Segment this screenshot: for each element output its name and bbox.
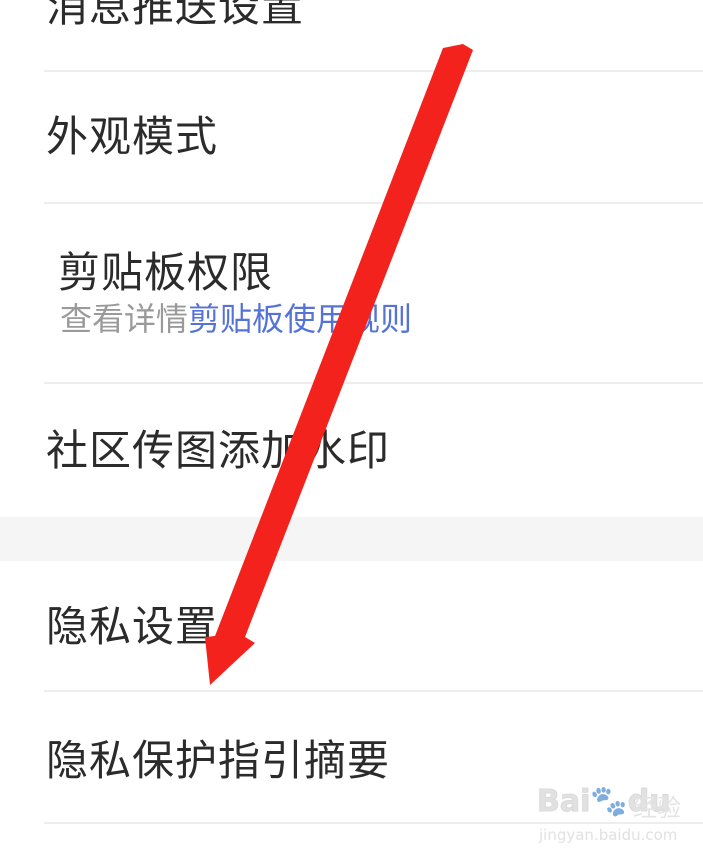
setting-item-clipboard-permission[interactable]: 剪贴板权限 [0, 204, 703, 382]
setting-item-label: 隐私保护指引摘要 [46, 736, 391, 785]
divider [44, 822, 703, 824]
setting-item-privacy-settings[interactable]: 隐私设置 [0, 561, 703, 690]
setting-item-label: 隐私设置 [46, 602, 219, 651]
clipboard-subtitle: 查看详情剪贴板使用规则 [60, 303, 412, 335]
subtitle-prefix: 查看详情 [60, 300, 189, 338]
setting-item-appearance-mode[interactable]: 外观模式 [0, 72, 703, 202]
setting-item-label: 消息推送设置 [46, 0, 305, 31]
watermark-url: jingyan.baidu.com [539, 826, 678, 844]
setting-item-label: 外观模式 [46, 112, 219, 161]
clipboard-rules-link[interactable]: 剪贴板使用规则 [188, 300, 412, 338]
setting-item-message-push[interactable]: 消息推送设置 [0, 0, 703, 72]
setting-item-privacy-guide-summary[interactable]: 隐私保护指引摘要 [0, 692, 703, 822]
setting-item-community-watermark[interactable]: 社区传图添加水印 [0, 384, 703, 517]
setting-item-label: 社区传图添加水印 [46, 426, 391, 475]
setting-item-label: 剪贴板权限 [58, 248, 274, 297]
settings-screen: 消息推送设置 外观模式 剪贴板权限 查看详情剪贴板使用规则 社区传图添加水印 隐… [0, 0, 703, 859]
section-separator [0, 517, 703, 561]
